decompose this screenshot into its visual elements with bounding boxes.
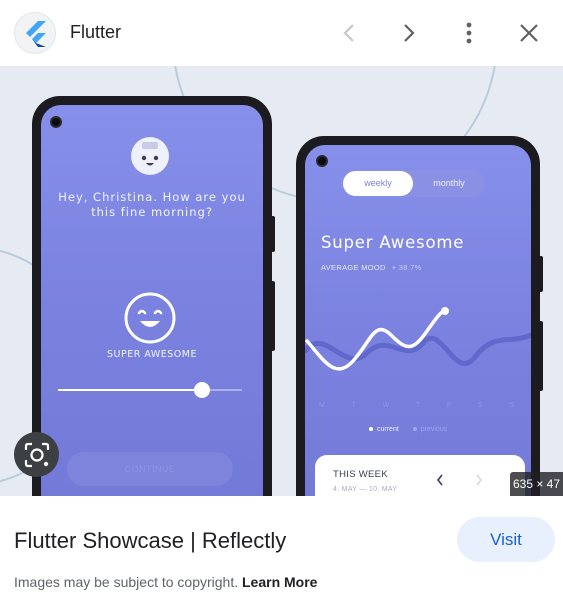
- average-mood-label: AVERAGE MOOD: [321, 263, 386, 272]
- chevron-left-icon: [343, 24, 354, 42]
- greeting-text: Hey, Christina. How are you this fine mo…: [41, 190, 263, 220]
- copyright-text: Images may be subject to copyright.: [14, 574, 239, 590]
- copyright-notice: Images may be subject to copyright. Lear…: [14, 574, 317, 590]
- close-icon: [520, 24, 538, 42]
- header: Flutter: [0, 0, 563, 66]
- visit-button[interactable]: Visit: [457, 517, 555, 562]
- next-button[interactable]: [390, 14, 428, 52]
- preview-image[interactable]: Hey, Christina. How are you this fine mo…: [0, 66, 563, 496]
- chevron-right-icon: [404, 24, 415, 42]
- mood-slider[interactable]: [58, 382, 242, 398]
- site-name[interactable]: Flutter: [70, 22, 121, 43]
- legend-previous: previous: [412, 426, 447, 433]
- mood-label: SUPER AWESOME: [107, 349, 197, 360]
- weekday-axis: M T W T F S S: [319, 402, 514, 409]
- chart-legend: current previous: [369, 426, 447, 433]
- period-toggle[interactable]: weekly monthly: [342, 170, 485, 197]
- robot-mascot-icon: [131, 137, 169, 175]
- day-label: T: [351, 402, 356, 409]
- mood-slider-thumb[interactable]: [193, 382, 210, 398]
- more-vert-icon: [466, 22, 472, 44]
- average-mood-value: + 38.7%: [391, 263, 422, 272]
- right-phone: weekly monthly Super Awesome AVERAGE MOO…: [296, 136, 543, 496]
- current-point-marker: [441, 307, 449, 315]
- greeting-line2: this fine morning?: [91, 205, 213, 219]
- day-label: T: [415, 402, 421, 409]
- average-mood: AVERAGE MOOD + 38.7%: [321, 263, 422, 272]
- toggle-monthly[interactable]: monthly: [414, 171, 484, 196]
- mood-slider-fill: [58, 389, 202, 391]
- learn-more-link[interactable]: Learn More: [242, 574, 317, 590]
- flutter-logo-icon[interactable]: [14, 12, 56, 54]
- week-prev-icon[interactable]: [436, 474, 444, 486]
- day-label: M: [319, 402, 325, 409]
- week-next-icon[interactable]: [475, 474, 483, 486]
- left-phone-screen: Hey, Christina. How are you this fine mo…: [41, 105, 263, 496]
- mood-title: Super Awesome: [321, 233, 465, 252]
- result-title[interactable]: Flutter Showcase | Reflectly: [14, 528, 286, 554]
- previous-button[interactable]: [330, 14, 368, 52]
- close-button[interactable]: [510, 14, 548, 52]
- image-dimensions-badge: 635 × 47: [510, 472, 563, 496]
- day-label: W: [382, 402, 390, 409]
- more-options-button[interactable]: [450, 14, 488, 52]
- continue-button[interactable]: CONTINUE: [67, 452, 233, 486]
- day-label: F: [446, 402, 452, 409]
- previous-series-line: [305, 332, 531, 366]
- smiley-face-icon: [124, 292, 176, 344]
- right-phone-screen: weekly monthly Super Awesome AVERAGE MOO…: [305, 145, 531, 496]
- left-phone: Hey, Christina. How are you this fine mo…: [32, 96, 275, 496]
- google-lens-icon: [24, 442, 49, 467]
- this-week-card: THIS WEEK 4. MAY — 10. MAY: [315, 455, 525, 496]
- week-range: 4. MAY — 10. MAY: [333, 486, 398, 493]
- legend-current: current: [369, 426, 399, 433]
- day-label: S: [477, 402, 483, 409]
- week-title: THIS WEEK: [333, 469, 388, 480]
- day-label: S: [509, 402, 514, 409]
- greeting-line1: Hey, Christina. How are you: [58, 190, 246, 204]
- toggle-weekly[interactable]: weekly: [343, 171, 413, 196]
- google-lens-button[interactable]: [14, 432, 59, 477]
- mood-chart: [305, 307, 531, 371]
